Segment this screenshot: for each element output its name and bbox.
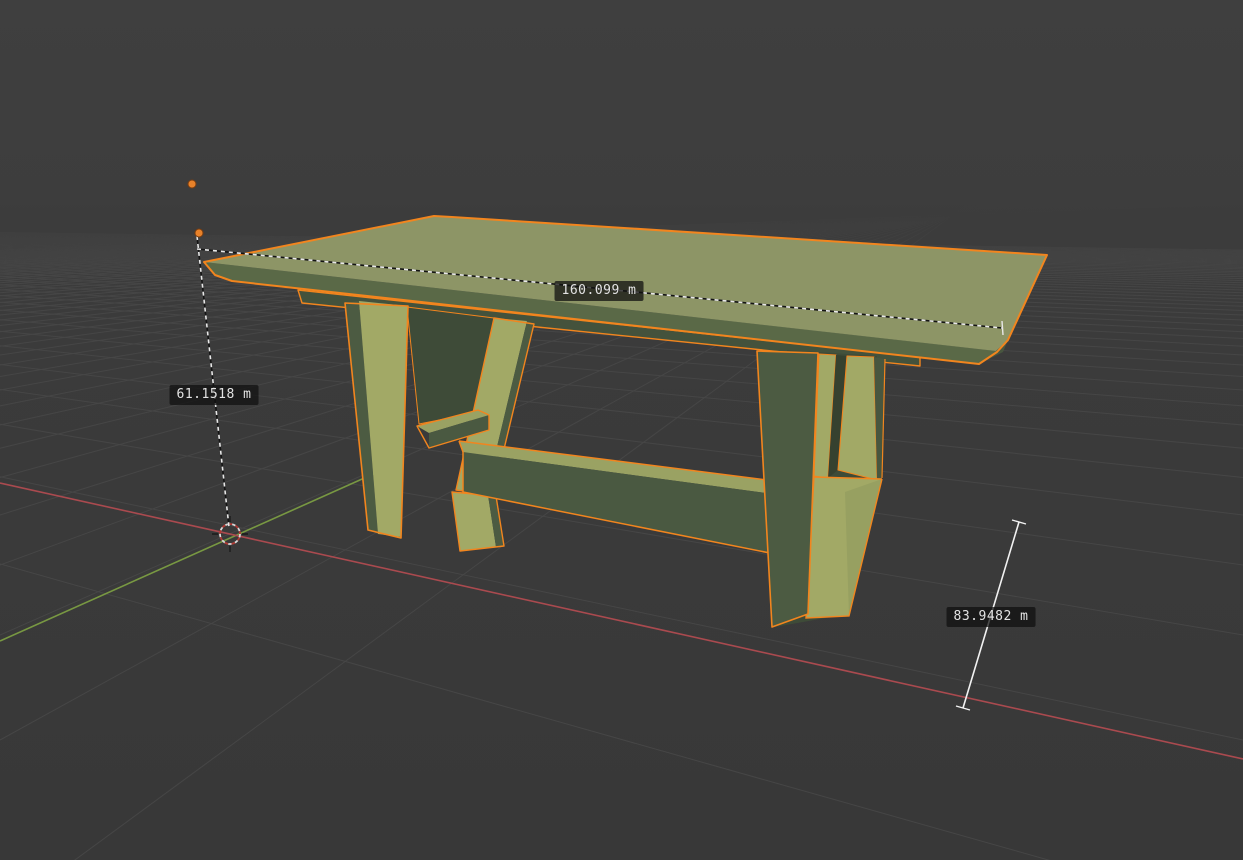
measurement-label-depth: 83.9482 m [947, 607, 1036, 627]
scene-canvas [0, 0, 1243, 860]
measurement-label-length: 160.099 m [555, 281, 644, 301]
viewport-3d[interactable]: 160.099 m 61.1518 m 83.9482 m [0, 0, 1243, 860]
horizon-fade [0, 0, 1243, 860]
measurement-label-height: 61.1518 m [170, 385, 259, 405]
